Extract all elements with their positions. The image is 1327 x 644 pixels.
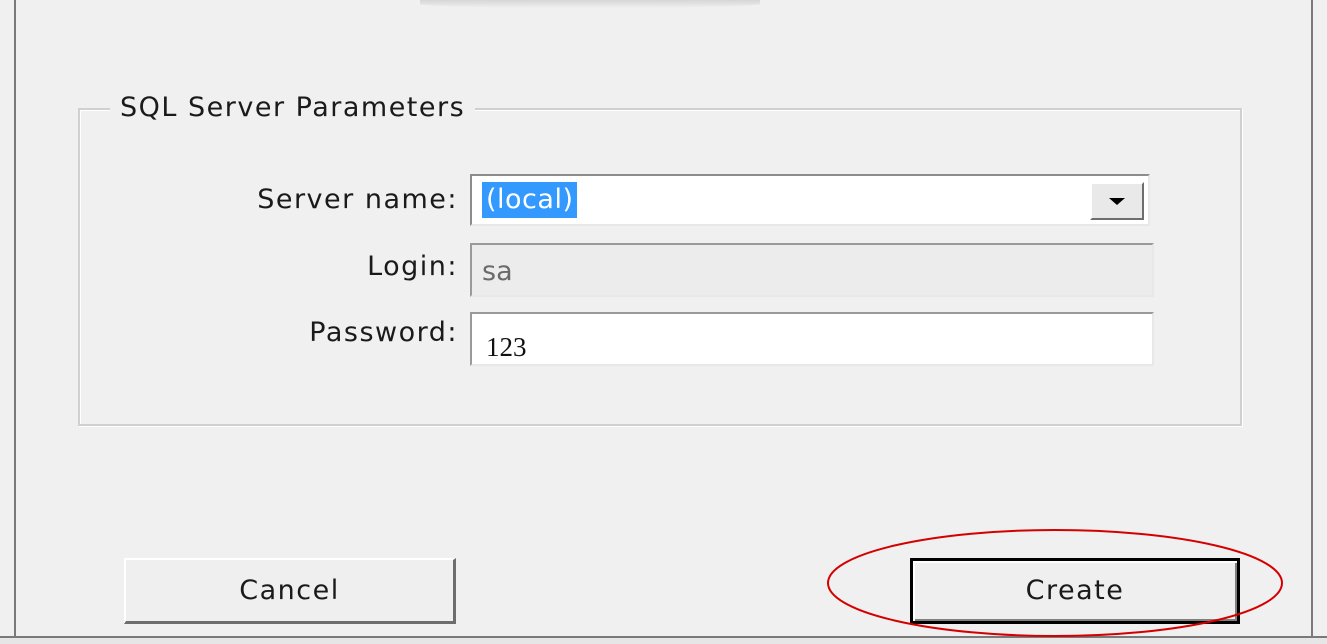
create-button[interactable]: Create: [910, 558, 1240, 624]
window-border-left: [0, 0, 16, 644]
chevron-down-icon: [1109, 198, 1125, 205]
window-border-right: [1311, 0, 1327, 644]
window-border-bottom: [0, 636, 1327, 644]
server-name-combobox[interactable]: (local): [470, 174, 1150, 226]
title-bar-shadow: [420, 0, 760, 8]
server-name-label: Server name:: [257, 184, 458, 215]
group-title: SQL Server Parameters: [110, 92, 476, 124]
password-value[interactable]: 123: [486, 330, 527, 364]
login-value: sa: [482, 256, 513, 287]
create-database-dialog: SQL Server Parameters Server name: (loca…: [0, 0, 1327, 644]
login-field: sa: [470, 243, 1154, 297]
login-label: Login:: [367, 251, 458, 282]
password-label: Password:: [309, 317, 458, 348]
cancel-button[interactable]: Cancel: [124, 558, 456, 624]
server-dropdown-button[interactable]: [1090, 182, 1144, 220]
password-field[interactable]: 123: [470, 312, 1154, 366]
server-name-value[interactable]: (local): [482, 182, 578, 218]
